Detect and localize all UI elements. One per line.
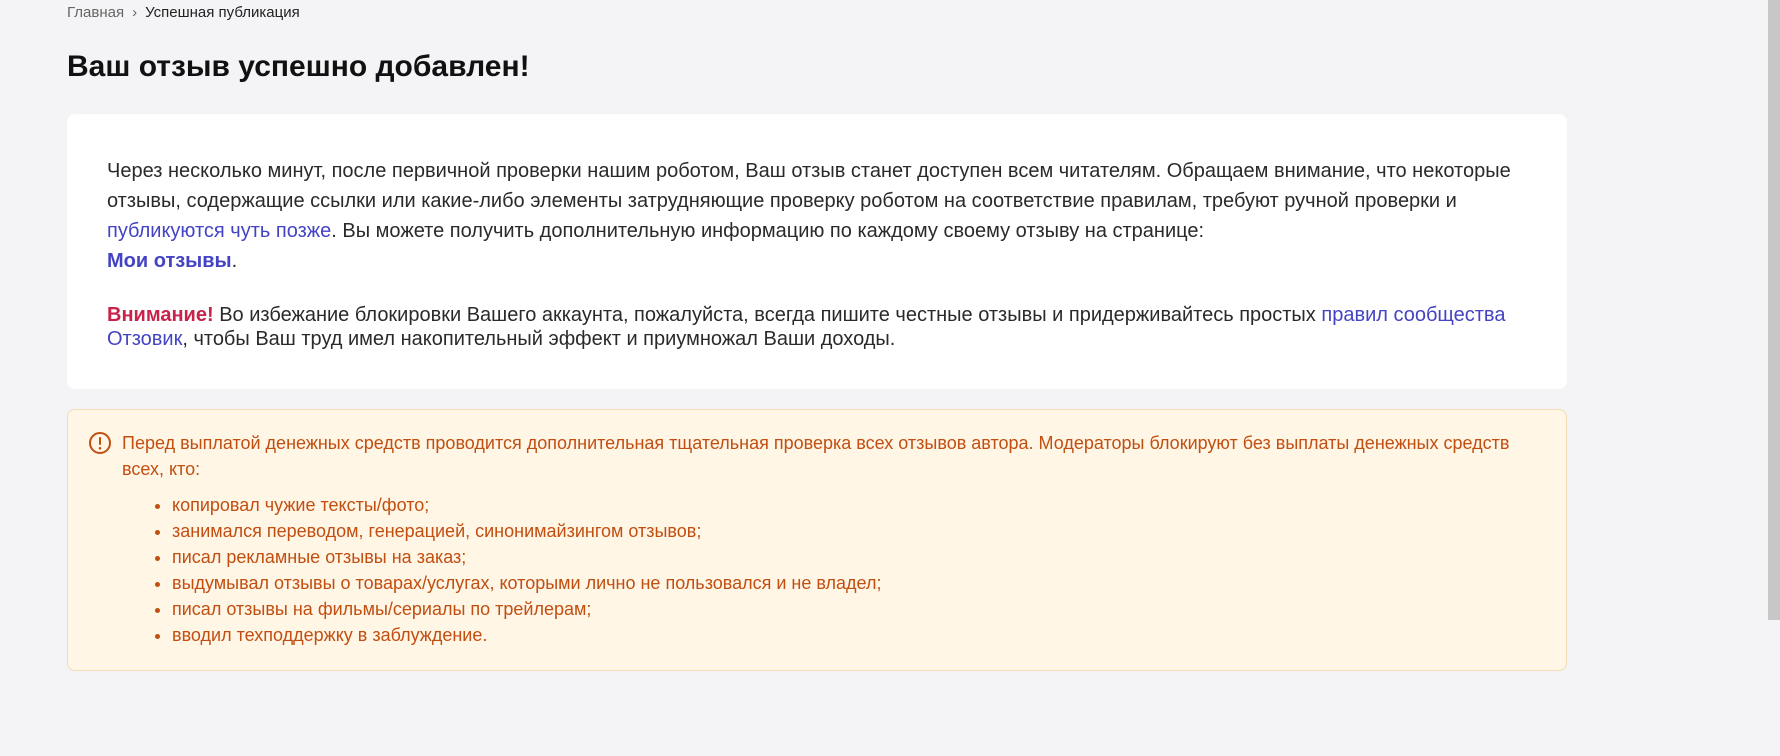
notice-intro: Перед выплатой денежных средств проводит…	[122, 433, 1510, 479]
breadcrumb-current: Успешная публикация	[145, 4, 300, 21]
scrollbar-thumb[interactable]	[1768, 0, 1780, 620]
page-title: Ваш отзыв успешно добавлен!	[67, 50, 530, 83]
published-later-link[interactable]: публикуются чуть позже	[107, 220, 331, 242]
attention-text-end: , чтобы Ваш труд имел накопительный эффе…	[182, 328, 896, 350]
page-scrollbar[interactable]	[1768, 0, 1780, 756]
breadcrumb-home-link[interactable]: Главная	[67, 4, 124, 21]
list-item: копировал чужие тексты/фото;	[172, 492, 1536, 518]
info-text-start: Через несколько минут, после первичной п…	[107, 160, 1511, 212]
attention-text-start: Во избежание блокировки Вашего аккаунта,…	[213, 304, 1322, 326]
blocked-reasons-list: копировал чужие тексты/фото; занимался п…	[122, 492, 1536, 648]
notice-text: Перед выплатой денежных средств проводит…	[122, 430, 1536, 648]
info-text-middle: . Вы можете получить дополнительную инфо…	[331, 220, 1205, 242]
success-message-card: Через несколько минут, после первичной п…	[67, 114, 1567, 389]
exclamation-circle-icon	[89, 432, 111, 454]
list-item: занимался переводом, генерацией, синоним…	[172, 518, 1536, 544]
payment-check-notice: Перед выплатой денежных средств проводит…	[67, 409, 1567, 671]
list-item: писал отзывы на фильмы/сериалы по трейле…	[172, 596, 1536, 622]
attention-label: Внимание!	[107, 304, 214, 326]
breadcrumb-separator: ›	[132, 4, 138, 21]
attention-paragraph: Внимание! Во избежание блокировки Вашего…	[107, 303, 1527, 351]
my-reviews-link[interactable]: Мои отзывы	[107, 250, 232, 272]
page-content: Главная › Успешная публикация Ваш отзыв ус…	[67, 0, 1567, 671]
list-item: выдумывал отзывы о товарах/услугах, кото…	[172, 570, 1536, 596]
info-text-end: .	[231, 250, 238, 272]
info-paragraph: Через несколько минут, после первичной п…	[107, 156, 1527, 276]
breadcrumb: Главная › Успешная публикация	[67, 0, 1567, 23]
list-item: вводил техподдержку в заблуждение.	[172, 622, 1536, 648]
list-item: писал рекламные отзывы на заказ;	[172, 544, 1536, 570]
